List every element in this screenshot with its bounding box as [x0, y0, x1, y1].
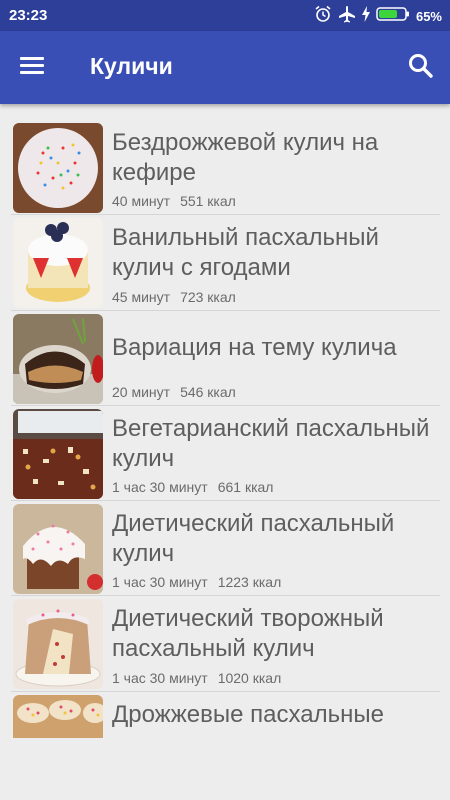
- status-icons: 65%: [314, 5, 442, 27]
- charging-icon: [361, 6, 370, 26]
- recipe-meta: 1 час 30 минут 661 ккал: [112, 479, 273, 495]
- recipe-kcal: 661 ккал: [217, 479, 274, 496]
- recipe-thumbnail: [13, 599, 103, 690]
- recipe-kcal: 1223 ккал: [217, 574, 282, 591]
- recipe-item[interactable]: Вариация на тему кулича 20 минут 546 ккал: [11, 311, 440, 406]
- recipe-thumbnail: [13, 218, 103, 309]
- recipe-item[interactable]: Вегетарианский пасхальный кулич 1 час 30…: [11, 406, 440, 502]
- recipe-thumbnail: [13, 694, 103, 738]
- recipe-title: Бездрожжевой кулич на кефире: [112, 129, 379, 186]
- recipe-item[interactable]: Диетический пасхальный кулич 1 час 30 ми…: [11, 501, 440, 597]
- recipe-item[interactable]: Диетический творожный пасхальный кулич 1…: [11, 596, 440, 692]
- recipe-title: Диетический творожный пасхальный кулич: [112, 605, 384, 663]
- recipe-meta: 45 минут 723 ккал: [112, 289, 236, 305]
- recipe-title: Диетический пасхальный кулич: [112, 510, 395, 568]
- recipe-time: 45 минут: [112, 288, 171, 305]
- recipe-thumbnail: [13, 504, 103, 595]
- recipe-title: Дрожжевые пасхальные: [112, 700, 384, 728]
- menu-button[interactable]: [20, 54, 50, 80]
- recipe-list[interactable]: Бездрожжевой кулич на кефире 40 минут 551…: [11, 120, 440, 738]
- hamburger-icon: [20, 57, 44, 60]
- recipe-time: 20 минут: [112, 383, 171, 400]
- recipe-thumbnail: [13, 123, 103, 213]
- recipe-kcal: 551 ккал: [180, 193, 236, 210]
- recipe-meta: 40 минут 551 ккал: [112, 193, 236, 209]
- battery-icon: [376, 6, 410, 26]
- recipe-kcal: 723 ккал: [180, 288, 236, 305]
- airplane-mode-icon: [338, 5, 356, 27]
- recipe-title: Ванильный пасхальный кулич с ягодами: [112, 224, 379, 282]
- recipe-title: Вегетарианский пасхальный кулич: [112, 414, 430, 472]
- recipe-meta: 1 час 30 минут 1020 ккал: [112, 670, 281, 686]
- recipe-time: 1 час 30 минут: [112, 669, 208, 686]
- page-title: Куличи: [90, 53, 173, 79]
- recipe-thumbnail: [13, 313, 103, 404]
- recipe-time: 40 минут: [112, 193, 171, 210]
- alarm-icon: [314, 5, 332, 27]
- battery-percent: 65%: [415, 8, 442, 24]
- recipe-meta: 1 час 30 минут 1223 ккал: [112, 574, 281, 590]
- recipe-item[interactable]: Бездрожжевой кулич на кефире 40 минут 551…: [11, 120, 440, 216]
- search-button[interactable]: [406, 51, 436, 81]
- recipe-time: 1 час 30 минут: [112, 574, 208, 591]
- recipe-time: 1 час 30 минут: [112, 479, 208, 496]
- recipe-item[interactable]: Дрожжевые пасхальные: [11, 692, 440, 738]
- search-icon: [409, 54, 433, 78]
- status-bar: 23:23 65%: [0, 0, 450, 31]
- recipe-title: Вариация на тему кулича: [112, 333, 397, 361]
- recipe-thumbnail: [13, 408, 103, 499]
- recipe-meta: 20 минут 546 ккал: [112, 384, 236, 400]
- app-bar: Куличи: [0, 31, 450, 104]
- recipe-item[interactable]: Ванильный пасхальный кулич с ягодами 45 …: [11, 215, 440, 311]
- recipe-kcal: 1020 ккал: [217, 669, 282, 686]
- recipe-kcal: 546 ккал: [180, 383, 236, 400]
- status-time: 23:23: [9, 7, 48, 24]
